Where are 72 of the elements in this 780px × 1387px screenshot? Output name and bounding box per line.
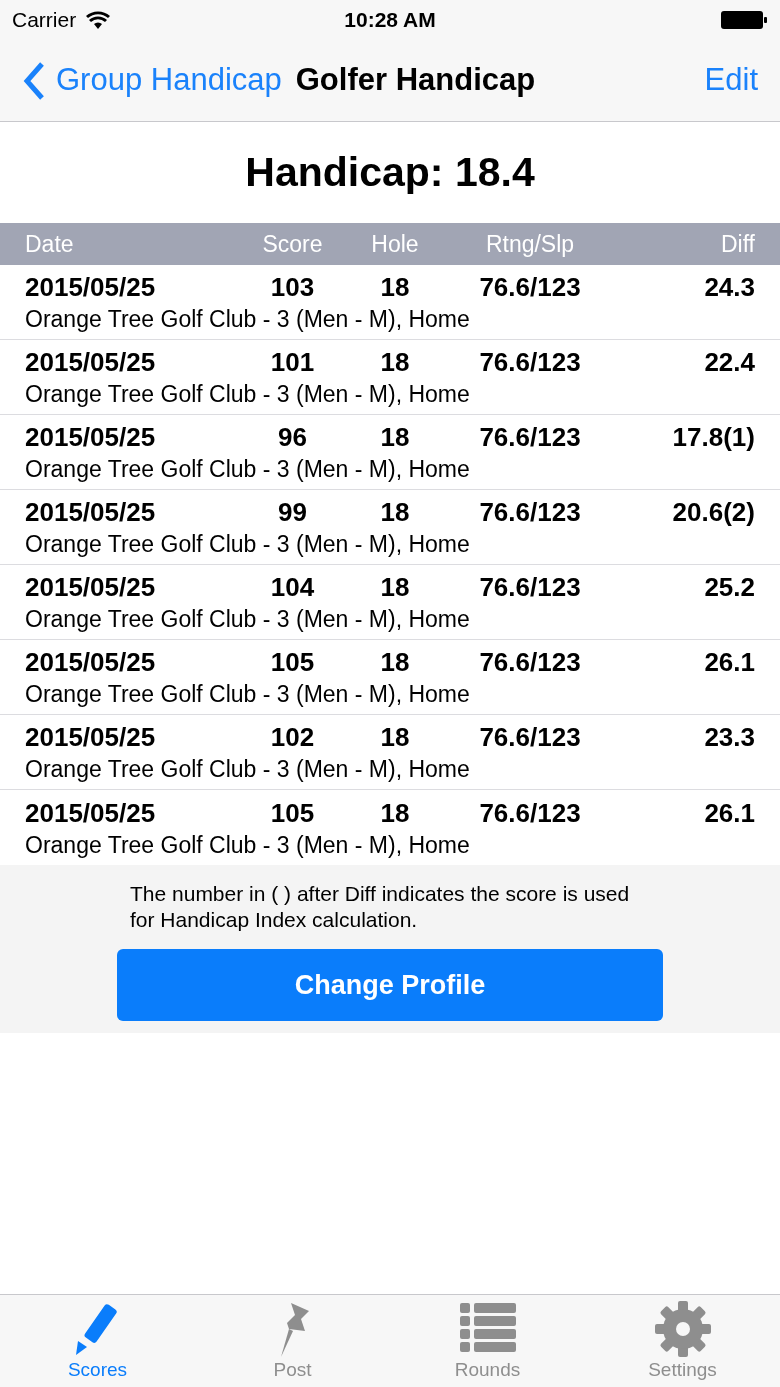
score-row[interactable]: 2015/05/25 99 18 76.6/123 20.6(2) Orange Tree Golf Club - 3 (Men - M), Home [0, 490, 780, 565]
course-name: Orange Tree Golf Club - 3 (Men - M), Home [25, 605, 471, 634]
rating-slope-cell-text: 76.6/123 [478, 346, 582, 379]
hole-cell-text: 18 [379, 496, 411, 529]
score-row[interactable]: 2015/05/25 103 18 76.6/123 24.3 Orange Tree Golf Club - 3 (Men - M), Home [0, 265, 780, 340]
diff-cell-text: 26.1 [703, 646, 755, 679]
column-header: Diff [719, 229, 755, 259]
back-chevron-icon [22, 60, 46, 101]
diff-cell-text: 20.6(2) [671, 496, 755, 529]
date-cell-text: 2015/05/25 [25, 571, 157, 604]
column-header: Rtng/Slp [484, 229, 576, 259]
score-row[interactable]: 2015/05/25 102 18 76.6/123 23.3 Orange Tree Golf Club - 3 (Men - M), Home [0, 715, 780, 790]
battery-icon [720, 10, 768, 30]
hole-cell-text: 18 [379, 346, 411, 379]
course-name: Orange Tree Golf Club - 3 (Men - M), Home [25, 455, 471, 484]
score-cell-text: 99 [277, 496, 308, 529]
date-cell-text: 2015/05/25 [25, 421, 157, 454]
score-cell-text: 103 [269, 271, 316, 304]
footnote-text: The number in ( ) after Diff indicates the score is used for Handicap Index calculation. [130, 881, 631, 933]
score-row[interactable]: 2015/05/25 101 18 76.6/123 22.4 Orange Tree Golf Club - 3 (Men - M), Home [0, 340, 780, 415]
column-header: Hole [370, 229, 420, 259]
score-cell-text: 104 [269, 571, 316, 604]
rating-slope-cell-text: 76.6/123 [478, 796, 582, 830]
course-name: Orange Tree Golf Club - 3 (Men - M), Home [25, 530, 471, 559]
rating-slope-cell-text: 76.6/123 [478, 646, 582, 679]
hole-cell-text: 18 [379, 571, 411, 604]
handicap-title: Handicap: 18.4 [245, 147, 535, 197]
course-name: Orange Tree Golf Club - 3 (Men - M), Home [25, 380, 471, 409]
course-name: Orange Tree Golf Club - 3 (Men - M), Home [25, 680, 471, 709]
rating-slope-cell-text: 76.6/123 [478, 271, 582, 304]
hole-cell-text: 18 [379, 721, 411, 754]
date-cell-text: 2015/05/25 [25, 496, 157, 529]
navigation-title: Golfer Handicap [295, 61, 536, 100]
diff-cell-text: 26.1 [703, 796, 755, 830]
tab-item[interactable]: Scores [0, 1295, 195, 1387]
hole-cell-text: 18 [379, 646, 411, 679]
diff-cell-text: 22.4 [703, 346, 755, 379]
column-header: Score [261, 229, 324, 259]
date-cell-text: 2015/05/25 [25, 646, 157, 679]
wifi-icon [86, 11, 111, 29]
date-cell-text: 2015/05/25 [25, 721, 157, 754]
score-cell-text: 105 [269, 646, 316, 679]
date-cell-text: 2015/05/25 [25, 796, 157, 830]
course-name: Orange Tree Golf Club - 3 (Men - M), Home [25, 755, 471, 784]
rating-slope-cell-text: 76.6/123 [478, 571, 582, 604]
rating-slope-cell-text: 76.6/123 [478, 496, 582, 529]
rating-slope-cell-text: 76.6/123 [478, 721, 582, 754]
date-cell-text: 2015/05/25 [25, 346, 157, 379]
course-name: Orange Tree Golf Club - 3 (Men - M), Home [25, 830, 471, 860]
score-cell-text: 105 [269, 796, 316, 830]
diff-cell-text: 25.2 [703, 571, 755, 604]
score-row[interactable]: 2015/05/25 104 18 76.6/123 25.2 Orange Tree Golf Club - 3 (Men - M), Home [0, 565, 780, 640]
date-cell-text: 2015/05/25 [25, 271, 157, 304]
score-cell-text: 102 [269, 721, 316, 754]
diff-cell-text: 17.8(1) [671, 421, 755, 454]
score-row[interactable]: 2015/05/25 105 18 76.6/123 26.1 Orange Tree Golf Club - 3 (Men - M), Home [0, 790, 780, 865]
score-cell-text: 101 [269, 346, 316, 379]
change-profile-button[interactable]: Change Profile [117, 949, 663, 1021]
score-row[interactable]: 2015/05/25 105 18 76.6/123 26.1 Orange Tree Golf Club - 3 (Men - M), Home [0, 640, 780, 715]
carrier-label: Carrier [12, 7, 77, 34]
hole-cell-text: 18 [379, 796, 411, 830]
settings-icon [652, 1299, 713, 1359]
diff-cell-text: 24.3 [703, 271, 755, 304]
score-cell-text: 96 [277, 421, 308, 454]
hole-cell-text: 18 [379, 271, 411, 304]
column-header: Date [25, 229, 75, 259]
status-time: 10:28 AM [344, 7, 436, 34]
score-row[interactable]: 2015/05/25 96 18 76.6/123 17.8(1) Orange Tree Golf Club - 3 (Men - M), Home [0, 415, 780, 490]
rating-slope-cell-text: 76.6/123 [478, 421, 582, 454]
course-name: Orange Tree Golf Club - 3 (Men - M), Home [25, 305, 471, 334]
diff-cell-text: 23.3 [703, 721, 755, 754]
hole-cell-text: 18 [379, 421, 411, 454]
